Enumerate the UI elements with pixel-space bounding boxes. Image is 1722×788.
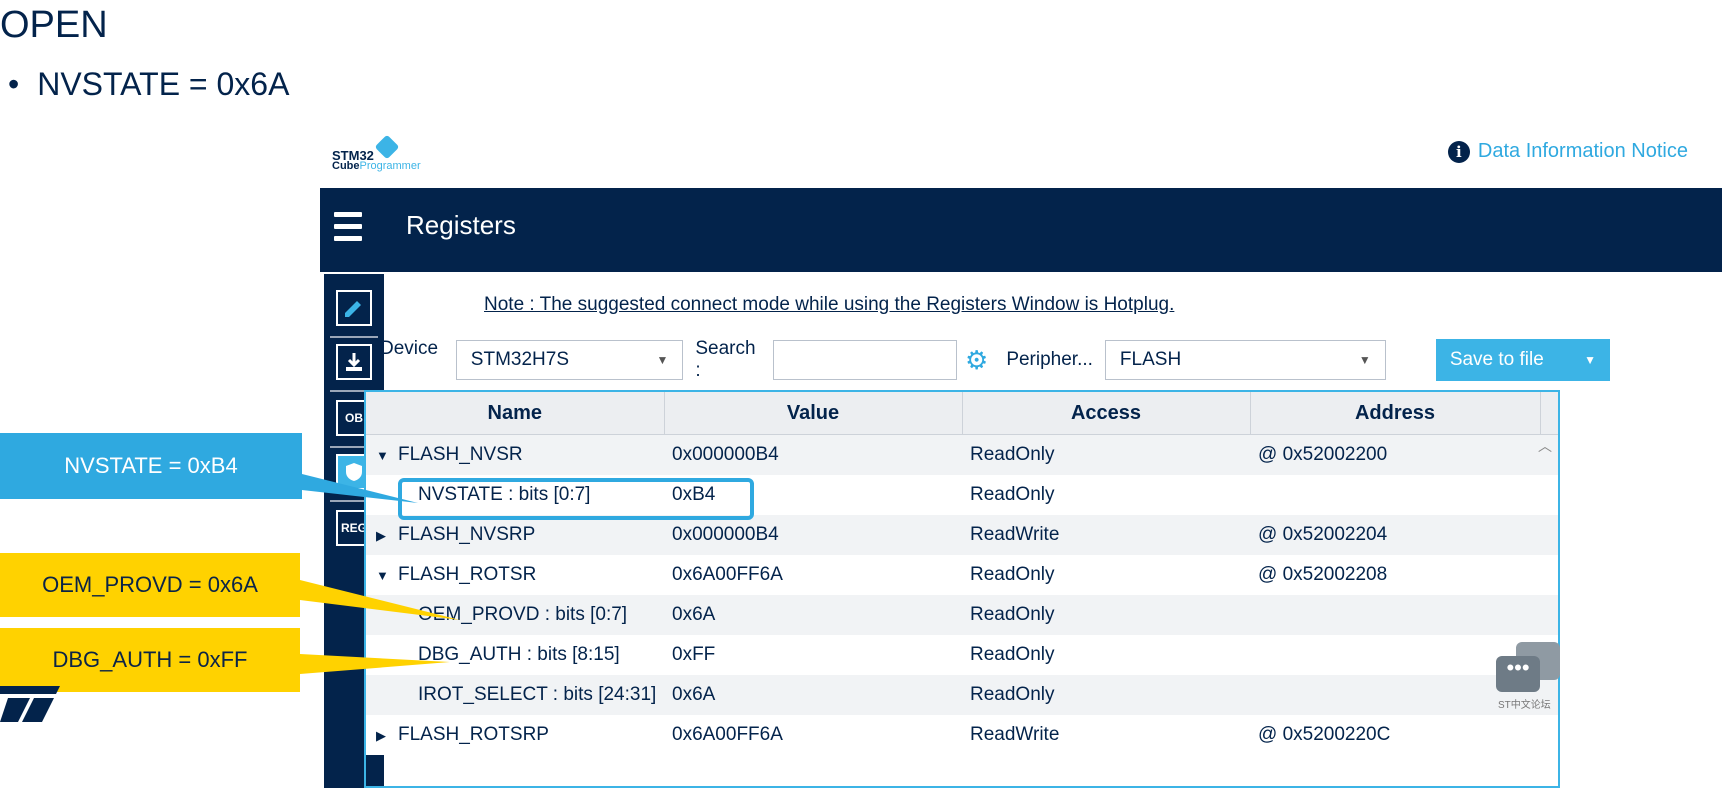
- register-field-access: ReadOnly: [962, 595, 1250, 635]
- expand-toggle-icon[interactable]: ▶: [376, 728, 398, 744]
- chat-bubble-icon: •••: [1496, 656, 1540, 692]
- data-information-notice-link[interactable]: i Data Information Notice: [1447, 140, 1688, 163]
- register-value: 0x6A00FF6A: [664, 715, 962, 755]
- register-access: ReadWrite: [962, 515, 1250, 555]
- hotplug-note: Note : The suggested connect mode while …: [484, 294, 1175, 315]
- search-label: Search :: [695, 338, 756, 381]
- table-row[interactable]: DBG_AUTH : bits [8:15] 0xFF ReadOnly: [366, 635, 1558, 675]
- search-input[interactable]: [773, 340, 957, 380]
- info-icon: i: [1447, 140, 1470, 163]
- register-value: 0x6A00FF6A: [664, 555, 962, 595]
- register-field-address: [1250, 595, 1540, 635]
- sidebar-divider: [330, 336, 378, 338]
- ob-label: OB: [345, 411, 363, 425]
- callout-nvstate: NVSTATE = 0xB4: [0, 433, 302, 499]
- register-field-value: 0x6A: [664, 675, 962, 715]
- register-access: ReadOnly: [962, 555, 1250, 595]
- slide-title: OPEN: [0, 4, 108, 46]
- peripheral-label: Peripher...: [1006, 349, 1093, 370]
- register-field-value: 0xFF: [664, 635, 962, 675]
- scroll-up-icon[interactable]: ︿: [1538, 436, 1552, 456]
- column-header-address[interactable]: Address: [1250, 392, 1541, 435]
- peripheral-select-value: FLASH: [1119, 349, 1182, 370]
- register-address: @ 0x52002200: [1250, 434, 1540, 475]
- device-select-value: STM32H7S: [470, 349, 569, 370]
- register-address: @ 0x52002204: [1250, 515, 1540, 555]
- bullet-text: NVSTATE = 0x6A: [37, 66, 290, 102]
- register-value: 0x000000B4: [664, 515, 962, 555]
- register-address: @ 0x52002208: [1250, 555, 1540, 595]
- page-title: Registers: [406, 210, 516, 240]
- expand-toggle-icon[interactable]: ▶: [376, 528, 398, 544]
- register-name: FLASH_ROTSRP: [398, 724, 549, 745]
- scrollbar-header: [1540, 392, 1558, 435]
- table-row[interactable]: ▶ FLASH_NVSRP 0x000000B4 ReadWrite @ 0x52…: [366, 515, 1558, 555]
- register-address: @ 0x5200220C: [1250, 715, 1540, 755]
- logo-programmer-text: Programmer: [359, 160, 421, 172]
- device-label: Device :: [380, 338, 439, 381]
- expand-toggle-icon[interactable]: ▼: [376, 448, 398, 463]
- scrollbar-track[interactable]: [1540, 555, 1558, 595]
- column-header-value[interactable]: Value: [664, 392, 963, 435]
- chevron-down-icon: ▼: [1358, 353, 1371, 367]
- table-row[interactable]: ▶ FLASH_ROTSRP 0x6A00FF6A ReadWrite @ 0x5…: [366, 715, 1558, 755]
- nvstate-highlight-box: [398, 478, 754, 520]
- register-field-address: [1250, 475, 1540, 515]
- table-row[interactable]: IROT_SELECT : bits [24:31] 0x6A ReadOnly: [366, 675, 1558, 715]
- download-icon[interactable]: [336, 344, 372, 380]
- chevron-down-icon[interactable]: ▼: [1584, 353, 1596, 367]
- watermark-text: ST中文论坛: [1498, 700, 1551, 711]
- register-field-access: ReadOnly: [962, 475, 1250, 515]
- expand-toggle-icon[interactable]: ▼: [376, 568, 398, 583]
- register-field-name: IROT_SELECT : bits [24:31]: [418, 684, 657, 705]
- table-header-row: Name Value Access Address: [366, 392, 1558, 435]
- scrollbar-track[interactable]: [1540, 475, 1558, 515]
- stm32-cubeprogrammer-logo: STM32 CubeProgrammer: [332, 134, 462, 176]
- register-field-access: ReadOnly: [962, 675, 1250, 715]
- edit-icon[interactable]: [336, 290, 372, 326]
- save-to-file-button[interactable]: Save to file ▼: [1435, 339, 1610, 381]
- column-header-name[interactable]: Name: [366, 392, 665, 435]
- device-select[interactable]: STM32H7S ▼: [455, 340, 684, 380]
- callout-oem-provd: OEM_PROVD = 0x6A: [0, 553, 300, 617]
- save-to-file-label: Save to file: [1449, 349, 1544, 370]
- registers-table: Name Value Access Address ▼ FLASH_NVSR 0x…: [364, 390, 1560, 788]
- register-field-access: ReadOnly: [962, 635, 1250, 675]
- notice-label: Data Information Notice: [1477, 140, 1688, 162]
- table-row[interactable]: OEM_PROVD : bits [0:7] 0x6A ReadOnly: [366, 595, 1558, 635]
- menu-icon[interactable]: [334, 212, 362, 242]
- gear-icon[interactable]: ⚙: [965, 345, 988, 376]
- chevron-down-icon: ▼: [656, 353, 669, 367]
- logo-cubeprogrammer-text: CubeProgrammer: [332, 160, 421, 172]
- cube-logo-icon: [374, 134, 400, 160]
- register-access: ReadOnly: [962, 434, 1250, 475]
- register-value: 0x000000B4: [664, 434, 962, 475]
- scrollbar-track[interactable]: [1540, 715, 1558, 755]
- header-bar: Registers: [320, 188, 1722, 272]
- bullet-item: • NVSTATE = 0x6A: [8, 66, 289, 103]
- register-name: FLASH_ROTSR: [398, 564, 537, 585]
- register-field-value: 0x6A: [664, 595, 962, 635]
- st-logo-icon: [0, 686, 60, 722]
- table-row[interactable]: ▼ FLASH_ROTSR 0x6A00FF6A ReadOnly @ 0x520…: [366, 555, 1558, 595]
- registers-toolbar: Device : STM32H7S ▼ Search : ⚙ Peripher.…: [380, 338, 1610, 382]
- register-name: FLASH_NVSRP: [398, 524, 536, 545]
- forum-watermark: ••• ST中文论坛: [1496, 642, 1560, 711]
- peripheral-select[interactable]: FLASH ▼: [1104, 340, 1386, 380]
- register-field-name: DBG_AUTH : bits [8:15]: [418, 644, 620, 665]
- table-row[interactable]: ▼ FLASH_NVSR 0x000000B4 ReadOnly @ 0x5200…: [366, 434, 1558, 475]
- logo-cube-text: Cube: [332, 160, 360, 172]
- column-header-access[interactable]: Access: [962, 392, 1251, 435]
- register-field-name: OEM_PROVD : bits [0:7]: [418, 604, 628, 625]
- scrollbar-track[interactable]: [1540, 515, 1558, 555]
- register-access: ReadWrite: [962, 715, 1250, 755]
- register-name: FLASH_NVSR: [398, 444, 523, 465]
- bullet-dot-icon: •: [8, 66, 20, 102]
- scrollbar-track[interactable]: [1540, 595, 1558, 635]
